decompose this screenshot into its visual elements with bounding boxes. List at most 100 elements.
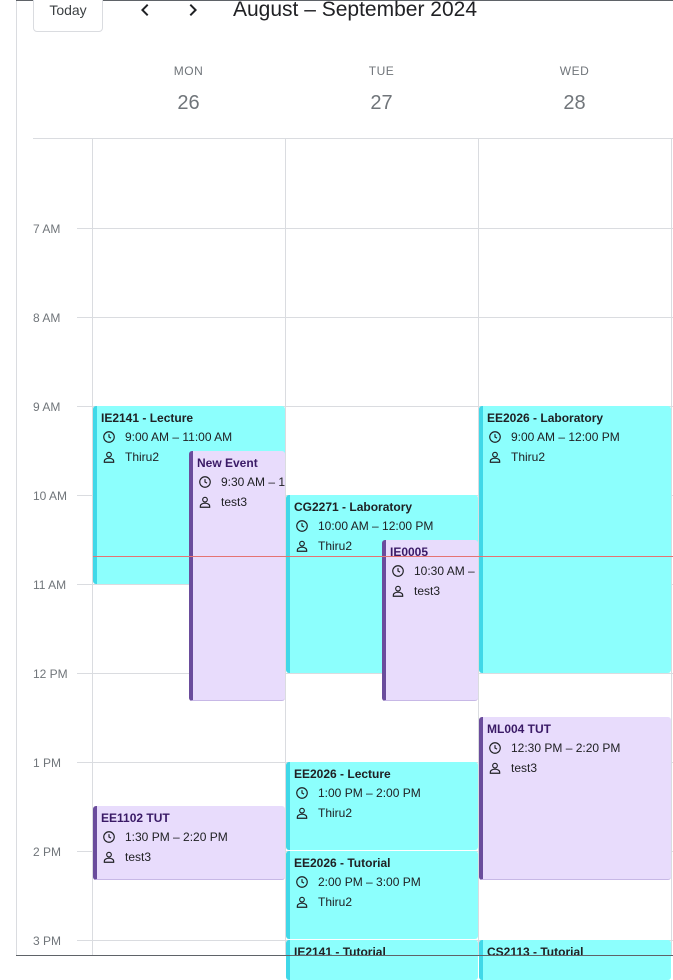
event-person: test3	[221, 495, 248, 509]
person-icon	[295, 806, 309, 820]
event-ie0005[interactable]: IE0005 10:30 AM – test3	[382, 540, 478, 701]
clock-icon	[102, 430, 116, 444]
hour-line	[77, 228, 673, 229]
person-icon	[102, 850, 116, 864]
event-person-row: test3	[390, 582, 474, 600]
hour-label: 9 AM	[33, 400, 61, 414]
event-ee2026-laboratory[interactable]: EE2026 - Laboratory 9:00 AM – 12:00 PM T…	[479, 406, 671, 673]
day-header-wed[interactable]: WED 28	[478, 64, 671, 115]
clock-icon	[198, 475, 212, 489]
hour-label: 12 PM	[33, 667, 68, 681]
event-time-row: 9:00 AM – 12:00 PM	[487, 428, 667, 446]
event-person-row: test3	[487, 759, 667, 777]
next-week-button[interactable]	[181, 0, 205, 22]
event-person-row: test3	[197, 493, 281, 511]
event-person: Thiru2	[318, 895, 353, 909]
hour-line	[77, 317, 673, 318]
day-name: WED	[559, 64, 590, 78]
event-title: EE2026 - Lecture	[294, 767, 391, 781]
event-time-row: 10:00 AM – 12:00 PM	[294, 517, 474, 535]
event-time: 10:00 AM – 12:00 PM	[318, 519, 434, 533]
event-ee1102-tut[interactable]: EE1102 TUT 1:30 PM – 2:20 PM test3	[93, 806, 285, 880]
clock-icon	[391, 564, 405, 578]
event-time: 9:00 AM – 12:00 PM	[511, 430, 620, 444]
event-time-row: 1:00 PM – 2:00 PM	[294, 784, 474, 802]
day-header-mon[interactable]: MON 26	[92, 64, 285, 115]
event-new-event[interactable]: New Event 9:30 AM – 1 test3	[189, 451, 285, 701]
clock-icon	[102, 830, 116, 844]
event-ee2026-lecture[interactable]: EE2026 - Lecture 1:00 PM – 2:00 PM Thiru…	[286, 762, 478, 850]
clock-icon	[295, 519, 309, 533]
event-time: 12:30 PM – 2:20 PM	[511, 741, 621, 755]
event-title: EE1102 TUT	[101, 811, 170, 825]
hour-line	[77, 673, 673, 674]
grid-top-divider	[33, 138, 673, 139]
clock-icon	[488, 430, 502, 444]
person-icon	[295, 539, 309, 553]
day-number[interactable]: 27	[285, 92, 478, 115]
event-title: CG2271 - Laboratory	[294, 500, 413, 514]
hour-label: 3 PM	[33, 934, 62, 948]
event-person: Thiru2	[125, 450, 160, 464]
event-ee2026-tutorial[interactable]: EE2026 - Tutorial 2:00 PM – 3:00 PM Thir…	[286, 851, 478, 939]
event-time-row: 2:00 PM – 3:00 PM	[294, 873, 474, 891]
day-number[interactable]: 26	[92, 92, 285, 115]
event-time: 9:00 AM – 11:00 AM	[125, 430, 233, 444]
event-person-row: Thiru2	[294, 893, 474, 911]
hour-label: 8 AM	[33, 311, 61, 325]
chevron-right-icon	[181, 4, 205, 26]
person-icon	[102, 450, 116, 464]
event-title: IE2141 - Lecture	[101, 411, 194, 425]
hour-label: 10 AM	[33, 489, 68, 503]
event-time: 1:00 PM – 2:00 PM	[318, 786, 421, 800]
day-header-tue[interactable]: TUE 27	[285, 64, 478, 115]
event-person: test3	[414, 584, 441, 598]
previous-week-button[interactable]	[133, 0, 157, 22]
event-time: 2:00 PM – 3:00 PM	[318, 875, 421, 889]
person-icon	[198, 495, 212, 509]
event-time-row: 9:30 AM – 1	[197, 473, 285, 491]
event-person: Thiru2	[318, 806, 353, 820]
calendar-left-border	[16, 0, 17, 956]
day-name: TUE	[368, 64, 395, 78]
event-title: IE0005	[390, 545, 429, 559]
chevron-left-icon	[133, 4, 157, 26]
hour-label: 7 AM	[33, 222, 61, 236]
day-number[interactable]: 28	[478, 92, 671, 115]
event-person: Thiru2	[318, 539, 353, 553]
event-title: EE2026 - Tutorial	[294, 856, 391, 870]
event-ie2141-tutorial[interactable]: IE2141 - Tutorial	[286, 940, 478, 980]
event-person-row: test3	[101, 848, 281, 866]
week-time-grid[interactable]: 7 AM 8 AM 9 AM 10 AM 11 AM 12 PM 1 PM 2 …	[33, 138, 673, 980]
event-ml004-tut[interactable]: ML004 TUT 12:30 PM – 2:20 PM test3	[479, 717, 671, 880]
person-icon	[391, 584, 405, 598]
event-cs2113-tutorial[interactable]: CS2113 - Tutorial	[479, 940, 671, 980]
day-column-divider	[671, 138, 672, 956]
event-time: 9:30 AM – 1	[221, 475, 285, 489]
hour-label: 11 AM	[33, 578, 67, 592]
event-time-row: 9:00 AM – 11:00 AM	[101, 428, 281, 446]
event-title: CS2113 - Tutorial	[487, 945, 584, 959]
event-title: ML004 TUT	[487, 722, 552, 736]
event-title: New Event	[197, 456, 258, 470]
person-icon	[488, 761, 502, 775]
today-button[interactable]: Today	[33, 0, 103, 32]
clock-icon	[295, 875, 309, 889]
hour-label: 1 PM	[33, 756, 62, 770]
hour-label: 2 PM	[33, 845, 62, 859]
clock-icon	[488, 741, 502, 755]
event-title: EE2026 - Laboratory	[487, 411, 604, 425]
date-range-title: August – September 2024	[233, 0, 478, 21]
clock-icon	[295, 786, 309, 800]
event-person-row: Thiru2	[487, 448, 667, 466]
person-icon	[488, 450, 502, 464]
day-name: MON	[173, 64, 204, 78]
event-person: Thiru2	[511, 450, 546, 464]
event-time-row: 1:30 PM – 2:20 PM	[101, 828, 281, 846]
event-person-row: Thiru2	[294, 804, 474, 822]
event-time-row: 10:30 AM –	[390, 562, 475, 580]
current-time-indicator	[93, 556, 673, 557]
event-person: test3	[125, 850, 152, 864]
person-icon	[295, 895, 309, 909]
event-person: test3	[511, 761, 538, 775]
